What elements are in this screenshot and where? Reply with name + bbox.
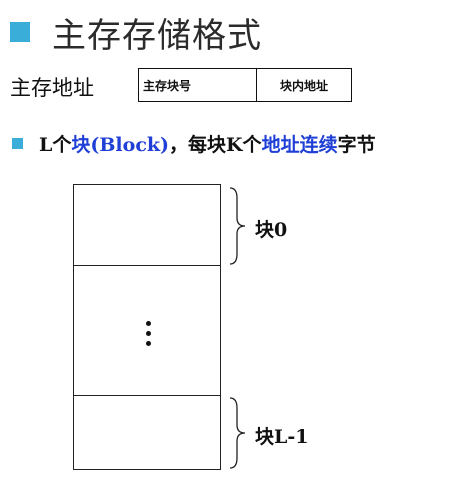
block-divider-bottom [74, 395, 220, 396]
description-block-term: 块(Block) [71, 134, 170, 156]
list-bullet [12, 138, 23, 149]
memory-diagram [73, 184, 221, 470]
in-block-address-field: 块内地址 [279, 78, 328, 93]
vertical-ellipsis-icon [146, 321, 152, 351]
title-bullet [10, 22, 30, 42]
description-suffix: 字节 [337, 134, 376, 156]
description-continuous-term: 地址连续 [261, 134, 338, 156]
brace-block-0-icon [229, 187, 246, 265]
description-row: L个块(Block)，每块K个地址连续字节 [12, 130, 376, 157]
block-divider-top [74, 265, 220, 266]
address-format-box: 主存块号 块内地址 [138, 68, 352, 102]
brace-block-last-icon [229, 397, 246, 469]
description-middle: ，每块K个 [169, 134, 262, 156]
block-0-label: 块0 [255, 219, 288, 241]
page-title: 主存存储格式 [52, 15, 262, 56]
address-label: 主存地址 [10, 76, 94, 100]
block-number-field: 主存块号 [139, 69, 257, 101]
description-prefix: L个 [39, 134, 72, 156]
block-last-label: 块L-1 [255, 426, 309, 448]
title-row: 主存存储格式 [10, 10, 262, 56]
description-text: L个块(Block)，每块K个地址连续字节 [39, 130, 376, 157]
